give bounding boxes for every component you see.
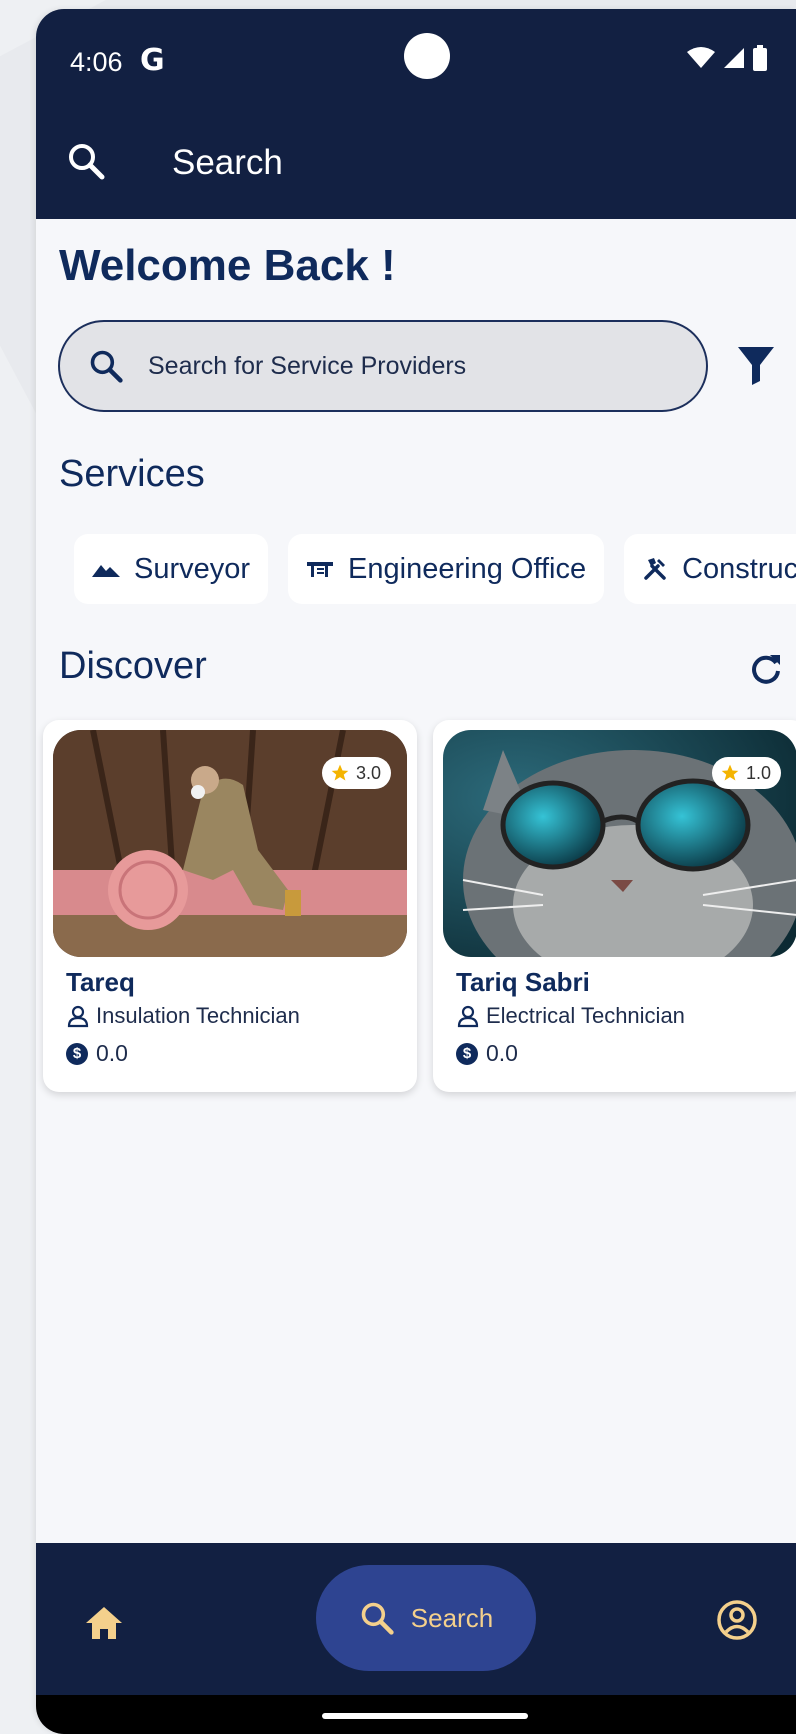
landscape-icon: [92, 565, 120, 577]
provider-price: $ 0.0: [456, 1040, 518, 1067]
star-icon: [331, 764, 349, 781]
gesture-handle[interactable]: [322, 1713, 528, 1719]
app-bar: Search: [36, 105, 796, 219]
services-heading: Services: [59, 453, 205, 495]
office-icon: [307, 562, 334, 577]
service-chip-label: Surveyor: [134, 552, 251, 585]
wifi-icon: [687, 47, 715, 68]
status-time: 4:06: [70, 47, 123, 77]
provider-role: Electrical Technician: [456, 1003, 685, 1029]
nav-search-button[interactable]: Search: [316, 1565, 536, 1671]
app-bar-title: Search: [172, 143, 283, 182]
bottom-nav: Search: [36, 1543, 796, 1695]
provider-role-label: Insulation Technician: [96, 1003, 300, 1028]
discover-heading: Discover: [59, 645, 207, 687]
provider-name: Tariq Sabri: [456, 967, 590, 997]
tools-icon: [644, 558, 666, 580]
rating-value: 1.0: [745, 762, 771, 783]
camera-cutout: [404, 33, 450, 79]
rating-badge: 1.0: [711, 757, 781, 789]
provider-price-value: 0.0: [486, 1040, 518, 1066]
gesture-bar: [36, 1695, 796, 1734]
nav-search-label: Search: [410, 1602, 494, 1633]
services-chips: Surveyor Engineering Office Construct: [74, 534, 796, 604]
service-chip-construction[interactable]: Construct: [624, 534, 796, 604]
service-chip-label: Construct: [682, 552, 796, 585]
status-icons: [686, 45, 768, 71]
provider-card[interactable]: 1.0 Tariq Sabri Electrical Technician $ …: [433, 720, 796, 1092]
provider-role-label: Electrical Technician: [486, 1003, 685, 1028]
rating-value: 3.0: [355, 762, 381, 783]
refresh-icon[interactable]: [748, 651, 784, 687]
person-icon: [67, 1005, 89, 1028]
service-chip-engineering-office[interactable]: Engineering Office: [288, 534, 605, 604]
discover-cards: 3.0 Tareq Insulation Technician $ 0.0 1.…: [43, 720, 796, 1092]
home-icon[interactable]: [84, 1605, 124, 1641]
search-input[interactable]: [146, 350, 650, 382]
account-circle-icon[interactable]: [716, 1599, 758, 1641]
star-icon: [721, 764, 739, 781]
provider-card[interactable]: 3.0 Tareq Insulation Technician $ 0.0: [43, 720, 417, 1092]
google-icon: G: [140, 43, 165, 78]
service-chip-label: Engineering Office: [348, 552, 587, 585]
filter-icon[interactable]: [736, 343, 776, 387]
provider-price-value: 0.0: [96, 1040, 128, 1066]
search-icon: [90, 350, 123, 383]
battery-icon: [753, 45, 767, 71]
phone-screen: 4:06 G Search Welcome Back ! Services Su…: [36, 9, 796, 1734]
rating-badge: 3.0: [321, 757, 391, 789]
person-icon: [457, 1005, 479, 1028]
search-icon: [361, 1602, 394, 1635]
service-chip-surveyor[interactable]: Surveyor: [74, 534, 269, 604]
provider-name: Tareq: [66, 967, 135, 997]
provider-role: Insulation Technician: [66, 1003, 300, 1029]
search-field[interactable]: [58, 320, 708, 412]
provider-price: $ 0.0: [66, 1040, 128, 1067]
search-icon[interactable]: [66, 141, 106, 181]
status-bar: 4:06 G: [36, 9, 796, 105]
welcome-heading: Welcome Back !: [59, 241, 396, 290]
dollar-icon: $: [456, 1042, 478, 1065]
dollar-icon: $: [66, 1042, 88, 1065]
signal-icon: [724, 48, 744, 68]
